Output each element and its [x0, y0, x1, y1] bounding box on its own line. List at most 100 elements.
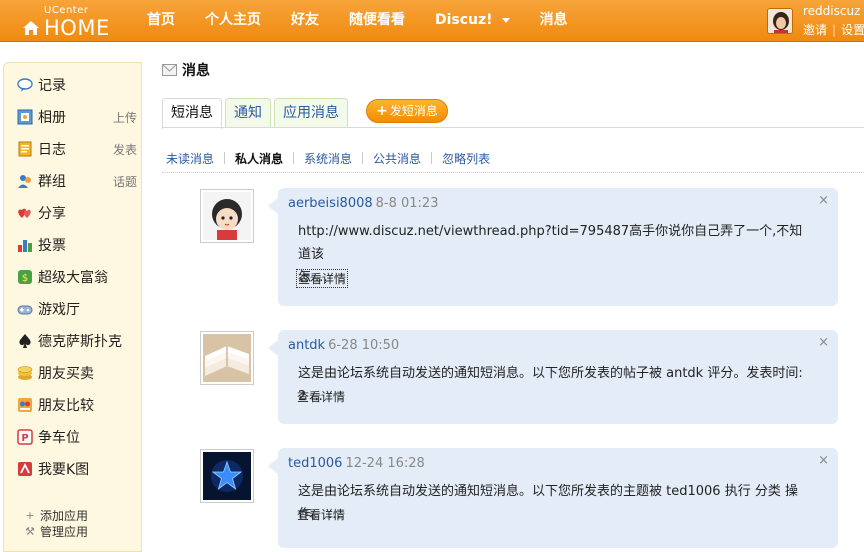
upload-link[interactable]: 上传: [113, 109, 137, 126]
nav-profile[interactable]: 个人主页: [190, 0, 276, 42]
compose-label: 发短消息: [389, 104, 438, 118]
message-body: 这是由论坛系统自动发送的通知短消息。以下您所发表的主题被 ted1006 执行 …: [298, 480, 814, 526]
message-text-continued: 怎 ...: [298, 270, 328, 285]
plus-icon: +: [376, 103, 388, 119]
sidebar-item-label: 记录: [38, 78, 66, 94]
view-details-link[interactable]: 查看详情: [297, 506, 345, 523]
sidebar-item-label: 朋友比较: [38, 398, 94, 414]
bubble-arrow: [268, 458, 278, 474]
message-header: aerbeisi8008 8-8 01:23: [288, 196, 438, 211]
nav-home[interactable]: 首页: [132, 0, 190, 42]
avatar[interactable]: [200, 189, 254, 243]
filter-private[interactable]: 私人消息: [235, 150, 283, 167]
divider: [362, 152, 364, 164]
sidebar-item-monopoly[interactable]: $ 超级大富翁: [17, 265, 137, 289]
message-filter-tabs: 未读消息 私人消息 系统消息 公共消息 忽略列表: [166, 150, 490, 166]
page-title-text: 消息: [182, 63, 210, 79]
filter-public[interactable]: 公共消息: [373, 150, 421, 167]
filter-ignore-list[interactable]: 忽略列表: [442, 150, 490, 167]
sidebar-item-album[interactable]: 相册 上传: [17, 105, 137, 129]
app-sidebar: 记录 相册 上传 日志 发表 群组 话题 分享 投票 $ 超级大富翁 游戏厅 德…: [3, 62, 142, 552]
divider: [293, 152, 295, 164]
message-time: 12-24 16:28: [345, 456, 425, 471]
tab-app-messages[interactable]: 应用消息: [274, 98, 348, 128]
page-title: 消息: [162, 60, 210, 80]
sidebar-item-blog[interactable]: 日志 发表: [17, 137, 137, 161]
sidebar-item-record[interactable]: 记录: [17, 73, 137, 97]
message-time: 6-28 10:50: [328, 338, 400, 353]
coins-icon: [17, 365, 33, 381]
divider: |: [832, 23, 837, 37]
logo-subtitle: UCenter: [44, 5, 89, 16]
wrench-icon: ⚒: [25, 524, 35, 538]
sidebar-item-label: 分享: [38, 206, 66, 222]
tab-notifications[interactable]: 通知: [225, 98, 271, 128]
nav-browse[interactable]: 随便看看: [334, 0, 420, 42]
view-details-link[interactable]: 查看详情: [297, 388, 345, 405]
user-avatar[interactable]: [767, 8, 793, 34]
settings-link[interactable]: 设置: [841, 23, 864, 37]
album-icon: [17, 109, 33, 125]
sidebar-item-friend-compare[interactable]: 朋友比较: [17, 393, 137, 417]
blog-icon: [17, 141, 33, 157]
sidebar-item-poker[interactable]: 德克萨斯扑克: [17, 329, 137, 353]
sidebar-item-label: 相册: [38, 110, 66, 126]
book-avatar-image: [203, 334, 251, 382]
user-links: 邀请 | 设置: [803, 21, 864, 38]
chevron-down-icon: [501, 17, 510, 23]
svg-text:P: P: [21, 433, 28, 444]
compare-icon: [17, 397, 33, 413]
sidebar-item-label: 德克萨斯扑克: [38, 334, 122, 350]
invite-link[interactable]: 邀请: [803, 23, 827, 37]
username[interactable]: reddiscuz: [803, 4, 860, 18]
message-card: ted1006 12-24 16:28 × 这是由论坛系统自动发送的通知短消息。以…: [268, 448, 838, 548]
gamepad-icon: [17, 301, 33, 317]
home-icon: [23, 21, 39, 35]
sidebar-item-arcade[interactable]: 游戏厅: [17, 297, 137, 321]
sidebar-item-label: 日志: [38, 142, 66, 158]
filter-unread[interactable]: 未读消息: [166, 150, 214, 167]
post-link[interactable]: 发表: [113, 141, 137, 158]
plus-icon: +: [25, 508, 35, 522]
envelope-icon: [162, 64, 177, 76]
avatar[interactable]: [200, 331, 254, 385]
close-icon[interactable]: ×: [818, 193, 829, 208]
sidebar-item-share[interactable]: 分享: [17, 201, 137, 225]
bubble-arrow: [268, 340, 278, 356]
message-body: http://www.discuz.net/viewthread.php?tid…: [298, 220, 814, 289]
logo-title: HOME: [44, 16, 110, 40]
cartoon-boy-avatar-image: [203, 192, 251, 240]
manage-app-link[interactable]: ⚒ 管理应用: [24, 523, 88, 540]
message-card: antdk 6-28 10:50 × 这是由论坛系统自动发送的通知短消息。以下您所…: [268, 330, 838, 424]
sidebar-item-friend-trade[interactable]: 朋友买卖: [17, 361, 137, 385]
nav-friends[interactable]: 好友: [276, 0, 334, 42]
topic-link[interactable]: 话题: [113, 173, 137, 190]
sender-name[interactable]: aerbeisi8008: [288, 196, 373, 211]
user-avatar-image: [768, 9, 792, 33]
sidebar-item-poll[interactable]: 投票: [17, 233, 137, 257]
sender-name[interactable]: antdk: [288, 338, 325, 353]
close-icon[interactable]: ×: [818, 453, 829, 468]
view-details-link[interactable]: 查看详情: [295, 269, 349, 288]
avatar[interactable]: [200, 449, 254, 503]
divider: [224, 152, 226, 164]
sidebar-item-kpic[interactable]: 我要K图: [17, 457, 137, 481]
parking-icon: P: [17, 429, 33, 445]
home-logo[interactable]: UCenter HOME: [22, 4, 112, 40]
nav-messages[interactable]: 消息: [525, 0, 583, 42]
sender-name[interactable]: ted1006: [288, 456, 342, 471]
nav-discuz[interactable]: Discuz!: [420, 0, 525, 42]
sidebar-item-group[interactable]: 群组 话题: [17, 169, 137, 193]
sidebar-item-parking[interactable]: P 争车位: [17, 425, 137, 449]
message-text: 这是由论坛系统自动发送的通知短消息。以下您所发表的帖子被 antdk 评分。发表…: [298, 366, 803, 404]
add-app-link[interactable]: + 添加应用: [24, 507, 88, 524]
compose-message-button[interactable]: + 发短消息: [366, 99, 448, 123]
message-card: aerbeisi8008 8-8 01:23 × http://www.discu…: [268, 188, 838, 306]
sidebar-item-label: 超级大富翁: [38, 270, 108, 286]
filter-system[interactable]: 系统消息: [304, 150, 352, 167]
add-app-label: 添加应用: [40, 509, 89, 523]
close-icon[interactable]: ×: [818, 335, 829, 350]
monopoly-icon: $: [17, 269, 33, 285]
tab-short-messages[interactable]: 短消息: [162, 98, 222, 129]
main-nav: 首页 个人主页 好友 随便看看 Discuz! 消息: [132, 0, 583, 42]
